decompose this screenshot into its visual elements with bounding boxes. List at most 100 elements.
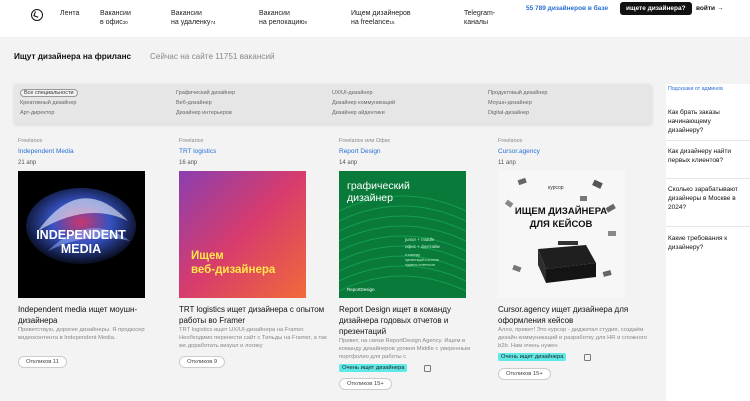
artwork-text: Ищем bbox=[191, 250, 224, 262]
arrow-right-icon: → bbox=[716, 5, 724, 12]
nav-label: каналы bbox=[464, 19, 488, 26]
post-date: 11 апр bbox=[498, 160, 516, 166]
logo-icon[interactable] bbox=[31, 9, 43, 21]
vacancy-card[interactable]: Freelance или Офис Report Design 14 апр … bbox=[339, 138, 489, 390]
vacancy-description: Привет, на связи ReportDesign Agency. Ищ… bbox=[339, 338, 471, 360]
job-type: Freelance bbox=[18, 138, 43, 144]
filter-item[interactable]: Веб-дизайнер bbox=[176, 100, 212, 107]
company-link[interactable]: Cursor.agency bbox=[498, 148, 540, 155]
nav-label: на релокацию bbox=[259, 19, 305, 26]
urgent-badge: Очень ищет дизайнера bbox=[339, 364, 408, 372]
artwork-text: ИЩЕМ ДИЗАЙНЕРА bbox=[515, 205, 607, 217]
responses-button[interactable]: Откликов 15+ bbox=[339, 378, 392, 390]
nav-freelance[interactable]: Ищем дизайнеров на freelance15 bbox=[351, 9, 411, 27]
vacancy-image[interactable]: INDEPENDENT MEDIA bbox=[18, 171, 145, 298]
filter-item[interactable]: Продуктовый дизайнер bbox=[488, 90, 547, 97]
filter-item[interactable]: Моушн-дизайнер bbox=[488, 100, 532, 107]
nav-remote-jobs[interactable]: Вакансии на удаленку74 bbox=[171, 9, 215, 27]
nav-count: 15 bbox=[389, 20, 395, 25]
filter-item[interactable]: Дизайнер айдентики bbox=[332, 110, 385, 117]
nav-label: на freelance bbox=[351, 19, 390, 26]
vacancy-title[interactable]: Cursor.agency ищет дизайнера для оформле… bbox=[498, 304, 648, 326]
vacancy-description: Алло, привет! Это курсор - диджитал студ… bbox=[498, 327, 647, 349]
urgent-badge: Очень ищет дизайнера bbox=[498, 353, 567, 361]
responses-button[interactable]: Откликов 11 bbox=[18, 356, 67, 368]
vacancy-image[interactable]: Ищем веб-дизайнера bbox=[179, 171, 306, 298]
responses-button[interactable]: Откликов 15+ bbox=[498, 368, 551, 380]
filter-item[interactable]: Digital-дизайнер bbox=[488, 110, 529, 117]
job-type: Freelance bbox=[179, 138, 204, 144]
divider bbox=[666, 140, 750, 141]
info-icon[interactable] bbox=[584, 354, 591, 361]
artwork-text: презентаций и отчетов bbox=[405, 258, 439, 262]
company-link[interactable]: Independent Media bbox=[18, 148, 74, 155]
nav-label: Ищем дизайнеров bbox=[351, 10, 411, 17]
filter-item[interactable]: Креативный дизайнер bbox=[20, 100, 76, 107]
tip-link[interactable]: Как дизайнеру найти первых клиентов? bbox=[668, 147, 744, 165]
page-title: Ищут дизайнера на фриланс bbox=[14, 52, 132, 61]
login-label: войти bbox=[696, 5, 716, 12]
nav-telegram[interactable]: Telegram- каналы bbox=[464, 9, 495, 27]
nav-label: на удаленку bbox=[171, 19, 211, 26]
vacancy-title[interactable]: Independent media ищет моушн-дизайнера bbox=[18, 304, 168, 326]
admin-tips-sidebar: Подсказки от админов Как брать заказы на… bbox=[666, 84, 750, 401]
artwork-text: junior + middle bbox=[404, 237, 435, 242]
nav-relocation-jobs[interactable]: Вакансии на релокацию0 bbox=[259, 9, 307, 27]
artwork-text: веб-дизайнера bbox=[191, 264, 276, 276]
nav-count: 30 bbox=[122, 20, 128, 25]
nav-label: Вакансии bbox=[100, 10, 131, 17]
cursor-agency-artwork: курсор ИЩЕМ ДИЗАЙНЕРА ДЛЯ КЕЙСОВ bbox=[498, 171, 625, 298]
post-date: 16 апр bbox=[179, 160, 198, 166]
post-date: 14 апр bbox=[339, 160, 358, 166]
job-type: Freelance bbox=[498, 138, 523, 144]
trt-logistics-artwork: Ищем веб-дизайнера bbox=[179, 171, 306, 298]
vacancy-card[interactable]: Freelance TRT logistics 16 апр Ищем веб-… bbox=[179, 138, 329, 388]
post-date: 21 апр bbox=[18, 160, 37, 166]
independent-media-artwork: INDEPENDENT MEDIA bbox=[18, 171, 145, 298]
sidebar-heading: Подсказки от админов bbox=[668, 86, 723, 92]
info-icon[interactable] bbox=[424, 365, 431, 372]
nav-feed[interactable]: Лента bbox=[60, 9, 79, 18]
nav-label: Вакансии bbox=[259, 10, 290, 17]
tip-link[interactable]: Как брать заказы начинающему дизайнеру? bbox=[668, 108, 744, 135]
responses-button[interactable]: Откликов 9 bbox=[179, 356, 226, 368]
login-link[interactable]: войти → bbox=[696, 5, 723, 12]
divider bbox=[666, 226, 750, 227]
filter-all-specialties[interactable]: Все специальности bbox=[20, 89, 78, 97]
artwork-text: дизайнер bbox=[347, 192, 393, 204]
nav-label: в офис bbox=[100, 19, 123, 26]
artwork-text: MEDIA bbox=[61, 242, 101, 256]
filter-item[interactable]: Дизайнер интерьеров bbox=[176, 110, 232, 117]
artwork-text: годового отчетности bbox=[405, 263, 435, 267]
artwork-text: офис + фултайм bbox=[405, 243, 440, 249]
artwork-text: ДЛЯ КЕЙСОВ bbox=[530, 218, 593, 230]
vacancy-description: Приветствую, дорогие дизайнеры. Я продюс… bbox=[18, 327, 145, 341]
nav-office-jobs[interactable]: Вакансии в офис30 bbox=[100, 9, 131, 27]
divider bbox=[666, 178, 750, 179]
vacancy-title[interactable]: Report Design ищет в команду дизайнера г… bbox=[339, 304, 489, 337]
artwork-text: в команду bbox=[405, 253, 420, 257]
filter-item[interactable]: Графический дизайнер bbox=[176, 90, 235, 97]
filter-item[interactable]: Арт-директор bbox=[20, 110, 54, 117]
filter-item[interactable]: UX/UI-дизайнер bbox=[332, 90, 373, 97]
top-navigation: Лента Вакансии в офис30 Вакансии на удал… bbox=[0, 0, 750, 38]
tip-link[interactable]: Какие требования к дизайнеру? bbox=[668, 234, 744, 252]
designers-count-link[interactable]: 55 789 дизайнеров в базе bbox=[526, 5, 608, 12]
artwork-text: ReportDesign bbox=[347, 287, 375, 292]
nav-count: 0 bbox=[304, 20, 308, 25]
vacancy-title[interactable]: TRT logistics ищет дизайнера с опытом ра… bbox=[179, 304, 329, 326]
nav-feed-label: Лента bbox=[60, 10, 80, 17]
tip-link[interactable]: Сколько зарабатывают дизайнеры в Москве … bbox=[668, 185, 744, 212]
company-link[interactable]: TRT logistics bbox=[179, 148, 216, 155]
vacancy-image[interactable]: графический дизайнер junior + middle офи… bbox=[339, 171, 466, 298]
filter-item[interactable]: Дизайнер коммуникаций bbox=[332, 100, 395, 107]
vacancy-image[interactable]: курсор ИЩЕМ ДИЗАЙНЕРА ДЛЯ КЕЙСОВ bbox=[498, 171, 625, 298]
vacancy-card[interactable]: Freelance Independent Media 21 апр INDEP… bbox=[18, 138, 168, 388]
nav-count: 74 bbox=[210, 20, 216, 25]
vacancy-card[interactable]: Freelance Cursor.agency 11 апр курсор ИЩ… bbox=[498, 138, 648, 388]
find-designer-button[interactable]: ищете дизайнера? bbox=[620, 2, 692, 15]
artwork-text: графический bbox=[347, 180, 410, 192]
artwork-text: курсор bbox=[548, 185, 564, 191]
report-design-artwork: графический дизайнер junior + middle офи… bbox=[339, 171, 466, 298]
company-link[interactable]: Report Design bbox=[339, 148, 381, 155]
